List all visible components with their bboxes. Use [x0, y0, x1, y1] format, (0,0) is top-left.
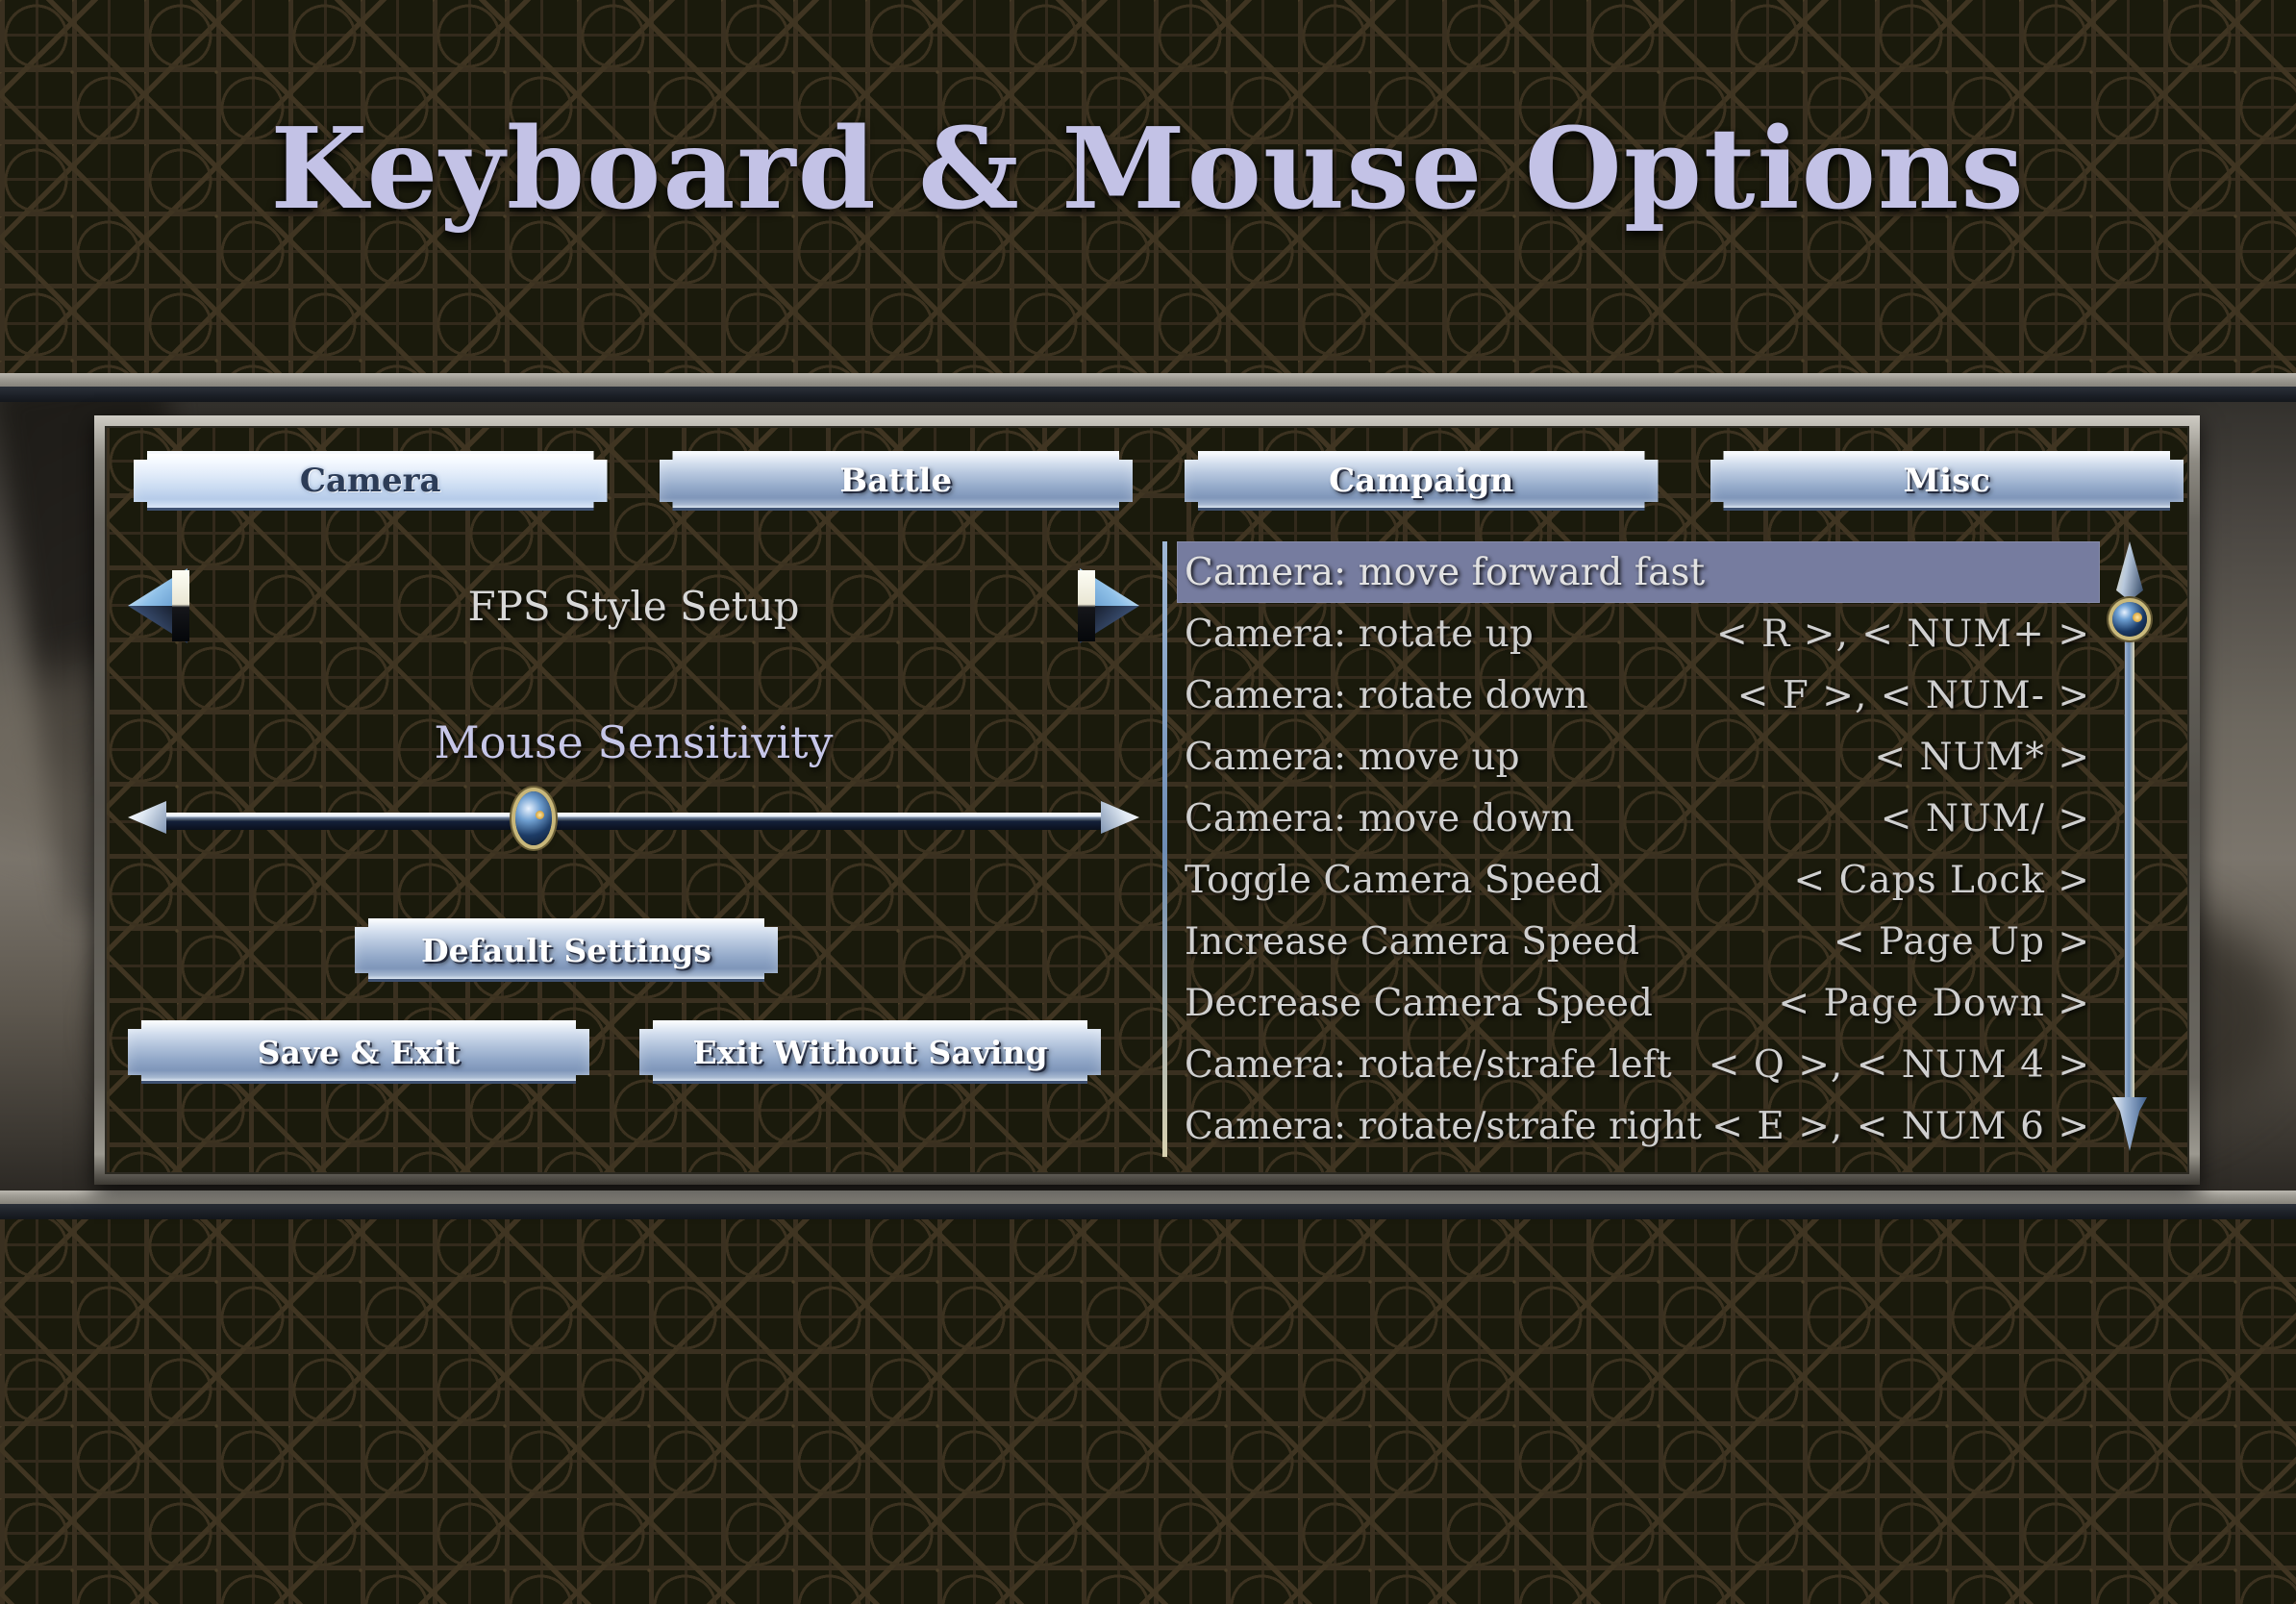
- binding-action: Camera: rotate down: [1185, 673, 1588, 717]
- binding-action: Camera: move forward fast: [1185, 550, 1706, 594]
- binding-action: Increase Camera Speed: [1185, 919, 1640, 964]
- binding-keys: < R >, < NUM+ >: [1715, 612, 2090, 656]
- slider-knob[interactable]: [514, 791, 552, 845]
- key-binding-row[interactable]: Decrease Camera Speed < Page Down >: [1177, 972, 2100, 1034]
- binding-action: Camera: rotate/strafe left: [1185, 1042, 1672, 1087]
- tab-misc[interactable]: Misc: [1710, 451, 2184, 511]
- binding-action: Camera: move up: [1185, 735, 1520, 779]
- page-title: Keyboard & Mouse Options: [270, 104, 2026, 235]
- slider-track: [161, 813, 1107, 821]
- style-selector: FPS Style Setup: [128, 566, 1139, 645]
- slider-track-shadow: [161, 821, 1107, 830]
- key-binding-row[interactable]: Camera: move up < NUM* >: [1177, 726, 2100, 788]
- key-binding-row[interactable]: Camera: move down < NUM/ >: [1177, 788, 2100, 849]
- scrollbar-thumb[interactable]: [2112, 602, 2147, 638]
- arrow-right-icon[interactable]: [1078, 568, 1139, 643]
- key-binding-row[interactable]: Camera: rotate/strafe left < Q >, < NUM 4…: [1177, 1034, 2100, 1095]
- style-selector-value: FPS Style Setup: [467, 582, 800, 630]
- key-bindings-list[interactable]: Camera: move forward fast Camera: rotate …: [1177, 541, 2100, 1157]
- binding-action: Decrease Camera Speed: [1185, 981, 1653, 1025]
- options-panel: Camera Battle Campaign Misc FPS Style Se…: [94, 415, 2200, 1185]
- settings-column: FPS Style Setup Mouse Sensitivity Defaul…: [128, 541, 1139, 1157]
- key-binding-row[interactable]: Increase Camera Speed < Page Up >: [1177, 911, 2100, 972]
- binding-keys: < Caps Lock >: [1793, 858, 2090, 902]
- key-binding-row[interactable]: Camera: move forward fast: [1177, 541, 2100, 603]
- binding-keys: < NUM/ >: [1880, 796, 2090, 840]
- arrow-right-icon[interactable]: [1101, 801, 1139, 834]
- key-binding-row[interactable]: Camera: rotate up < R >, < NUM+ >: [1177, 603, 2100, 664]
- key-binding-row[interactable]: Toggle Camera Speed < Caps Lock >: [1177, 849, 2100, 911]
- spear-tip-icon: [2116, 541, 2143, 601]
- arrow-left-icon[interactable]: [128, 568, 189, 643]
- binding-action: Camera: rotate/strafe right: [1185, 1104, 1702, 1148]
- options-screen: Keyboard & Mouse Options Camera Battle C…: [0, 0, 2296, 1604]
- tab-camera[interactable]: Camera: [134, 451, 608, 511]
- tab-bar: Camera Battle Campaign Misc: [134, 451, 2184, 511]
- binding-action: Camera: rotate up: [1185, 612, 1534, 656]
- key-bindings-panel: Camera: move forward fast Camera: rotate …: [1162, 541, 2162, 1157]
- binding-keys: < NUM* >: [1874, 735, 2090, 779]
- stone-ledge-top: [0, 373, 2296, 402]
- tab-battle[interactable]: Battle: [660, 451, 1134, 511]
- scrollbar-track[interactable]: [2125, 566, 2134, 1115]
- exit-without-saving-button[interactable]: Exit Without Saving: [639, 1020, 1101, 1084]
- arrow-left-icon[interactable]: [128, 801, 166, 834]
- background-bottom: [0, 1210, 2296, 1604]
- arrow-down-icon[interactable]: [2112, 1097, 2147, 1151]
- binding-action: Camera: move down: [1185, 796, 1575, 840]
- default-settings-button[interactable]: Default Settings: [355, 918, 778, 982]
- tab-campaign[interactable]: Campaign: [1185, 451, 1659, 511]
- mouse-sensitivity-slider[interactable]: [128, 791, 1139, 845]
- sensitivity-label: Mouse Sensitivity: [434, 716, 834, 768]
- binding-keys: < F >, < NUM- >: [1736, 673, 2090, 717]
- key-binding-row[interactable]: Camera: rotate/strafe right < E >, < NUM …: [1177, 1095, 2100, 1157]
- save-and-exit-button[interactable]: Save & Exit: [128, 1020, 589, 1084]
- scrollbar[interactable]: [2105, 541, 2155, 1157]
- binding-keys: < E >, < NUM 6 >: [1711, 1104, 2090, 1148]
- binding-keys: < Q >, < NUM 4 >: [1708, 1042, 2090, 1087]
- binding-keys: < Page Down >: [1778, 981, 2090, 1025]
- key-binding-row[interactable]: Camera: rotate down < F >, < NUM- >: [1177, 664, 2100, 726]
- stone-ledge-bottom: [0, 1190, 2296, 1219]
- binding-keys: < Page Up >: [1833, 919, 2090, 964]
- binding-action: Toggle Camera Speed: [1185, 858, 1603, 902]
